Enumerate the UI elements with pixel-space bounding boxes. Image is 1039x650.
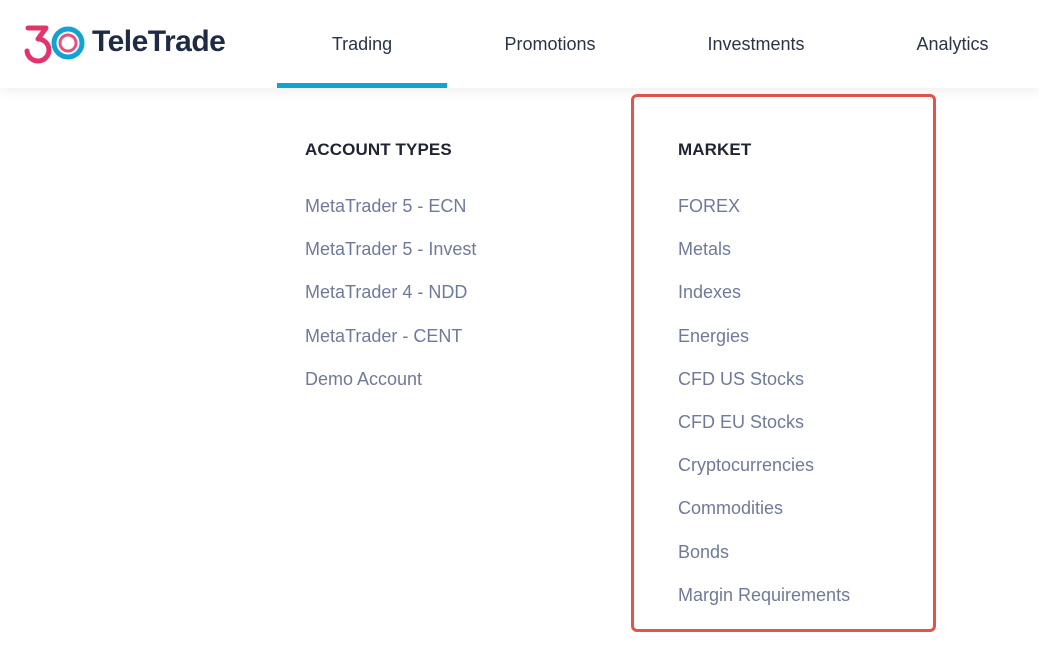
menu-link-cfd-us-stocks[interactable]: CFD US Stocks xyxy=(678,368,804,390)
market-highlight-box xyxy=(631,94,936,632)
menu-link-bonds[interactable]: Bonds xyxy=(678,541,729,563)
site-header: TeleTrade Trading Promotions Investments… xyxy=(0,0,1039,88)
menu-link-margin-requirements[interactable]: Margin Requirements xyxy=(678,584,850,606)
account-types-column: ACCOUNT TYPES MetaTrader 5 - ECN MetaTra… xyxy=(305,138,605,389)
logo-wordmark: TeleTrade xyxy=(92,25,226,58)
menu-link-energies[interactable]: Energies xyxy=(678,325,749,347)
market-column: MARKET FOREX Metals Indexes Energies CFD… xyxy=(678,138,918,605)
menu-link-metatrader-cent[interactable]: MetaTrader - CENT xyxy=(305,325,462,347)
menu-link-metals[interactable]: Metals xyxy=(678,238,731,260)
menu-link-demo-account[interactable]: Demo Account xyxy=(305,368,422,390)
menu-link-cryptocurrencies[interactable]: Cryptocurrencies xyxy=(678,454,814,476)
nav-tab-analytics[interactable]: Analytics xyxy=(900,0,1005,88)
menu-link-metatrader5-ecn[interactable]: MetaTrader 5 - ECN xyxy=(305,195,466,217)
menu-link-cfd-eu-stocks[interactable]: CFD EU Stocks xyxy=(678,411,804,433)
teletrade-logo[interactable]: TeleTrade xyxy=(24,20,226,64)
account-types-heading: ACCOUNT TYPES xyxy=(305,140,452,159)
nav-tab-trading[interactable]: Trading xyxy=(277,0,447,88)
logo-30-badge-icon xyxy=(24,25,85,64)
menu-link-indexes[interactable]: Indexes xyxy=(678,281,741,303)
nav-tab-promotions[interactable]: Promotions xyxy=(480,0,620,88)
menu-link-forex[interactable]: FOREX xyxy=(678,195,740,217)
menu-link-commodities[interactable]: Commodities xyxy=(678,497,783,519)
market-heading: MARKET xyxy=(678,140,752,159)
menu-link-metatrader5-invest[interactable]: MetaTrader 5 - Invest xyxy=(305,238,476,260)
nav-tab-investments[interactable]: Investments xyxy=(690,0,822,88)
menu-link-metatrader4-ndd[interactable]: MetaTrader 4 - NDD xyxy=(305,281,467,303)
